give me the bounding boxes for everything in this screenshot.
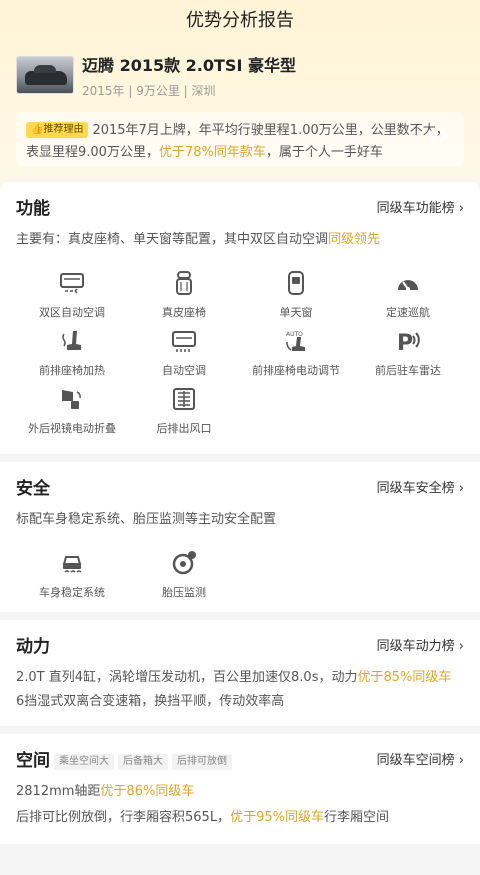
space-tag: 乘坐空间大 <box>54 753 114 770</box>
seat-heating-icon <box>59 328 85 354</box>
safety-desc: 标配车身稳定系统、胎压监测等主动安全配置 <box>16 512 277 527</box>
safety-rank-link[interactable]: 同级车安全榜 › <box>377 477 464 496</box>
function-title: 功能 <box>16 198 50 219</box>
recommend-box: 👍推荐理由 2015年7月上牌，年平均行驶里程1.00万公里，公里数不大，表显里程… <box>16 112 464 166</box>
safety-card: 安全 同级车安全榜 › 标配车身稳定系统、胎压监测等主动安全配置 车身稳定系统 … <box>0 462 480 612</box>
parking-radar-icon: P <box>395 328 421 356</box>
recommend-highlight: 优于78%同年款车 <box>158 145 266 160</box>
function-rank-link[interactable]: 同级车功能榜 › <box>377 197 464 216</box>
car-thumbnail[interactable] <box>16 56 74 94</box>
safety-title: 安全 <box>16 478 50 499</box>
feature-seat-heating[interactable]: 前排座椅加热 <box>16 328 128 386</box>
feature-dual-zone-ac[interactable]: 双区自动空调 <box>16 270 128 328</box>
feature-leather-seat[interactable]: 真皮座椅 <box>128 270 240 328</box>
recommend-badge: 👍推荐理由 <box>26 122 89 138</box>
cruise-control-icon <box>395 270 421 296</box>
car-meta: 2015年 | 9万公里 | 深圳 <box>82 83 216 98</box>
feature-mirror-fold[interactable]: 外后视镜电动折叠 <box>16 386 128 444</box>
mirror-fold-icon <box>59 386 85 412</box>
feature-tire-pressure[interactable]: 胎压监测 <box>128 550 240 608</box>
power-line1: 2.0T 直列4缸，涡轮增压发动机，百公里加速仅8.0s，动力优于85%同级车 <box>16 670 452 685</box>
space-rank-link[interactable]: 同级车空间榜 › <box>377 749 464 768</box>
tire-pressure-icon <box>171 550 197 576</box>
svg-text:AUTO: AUTO <box>286 331 303 338</box>
power-card: 动力 同级车动力榜 › 2.0T 直列4缸，涡轮增压发动机，百公里加速仅8.0s… <box>0 620 480 726</box>
space-tag: 后排可放倒 <box>172 753 232 770</box>
car-header: 迈腾 2015款 2.0TSI 豪华型 2015年 | 9万公里 | 深圳 <box>0 42 480 98</box>
report-page: 优势分析报告 迈腾 2015款 2.0TSI 豪华型 2015年 | 9万公里 … <box>0 0 480 875</box>
feature-auto-ac[interactable]: 自动空调 <box>128 328 240 386</box>
feature-parking-radar[interactable]: P 前后驻车雷达 <box>352 328 464 386</box>
power-rank-link[interactable]: 同级车动力榜 › <box>377 635 464 654</box>
space-tag: 后备箱大 <box>118 753 168 770</box>
recommend-text-b: ，属于个人一手好车 <box>265 145 383 160</box>
feature-cruise-control[interactable]: 定速巡航 <box>352 270 464 328</box>
power-seat-icon: AUTO <box>283 328 309 354</box>
thumbs-up-icon: 👍 <box>31 124 44 135</box>
auto-ac-icon <box>171 328 197 354</box>
stability-control-icon <box>59 550 85 576</box>
chevrons-decoration-icon: ›› <box>426 118 450 151</box>
space-card: 空间 乘坐空间大 后备箱大 后排可放倒 同级车空间榜 › 2812mm轴距优于86%同… <box>0 734 480 844</box>
power-line2: 6挡湿式双离合变速箱，换挡平顺，传动效率高 <box>16 694 285 709</box>
space-line1: 2812mm轴距优于86%同级车 <box>16 784 195 799</box>
dual-zone-ac-icon <box>59 270 85 296</box>
page-title: 优势分析报告 <box>186 10 294 31</box>
safety-icon-grid: 车身稳定系统 胎压监测 <box>16 530 464 608</box>
feature-stability-control[interactable]: 车身稳定系统 <box>16 550 128 608</box>
feature-sunroof[interactable]: 单天窗 <box>240 270 352 328</box>
sunroof-icon <box>283 270 309 296</box>
space-title: 空间 乘坐空间大 后备箱大 后排可放倒 <box>16 746 232 771</box>
car-name: 迈腾 2015款 2.0TSI 豪华型 <box>82 55 296 75</box>
function-icon-grid: 双区自动空调 真皮座椅 单天窗 定速巡航 前排座椅加热 自动空调 AUTO 前排… <box>16 250 464 444</box>
function-card: 功能 同级车功能榜 › 主要有：真皮座椅、单天窗等配置，其中双区自动空调同级领先… <box>0 182 480 454</box>
leather-seat-icon <box>171 270 197 296</box>
svg-text:P: P <box>397 331 413 354</box>
space-line2: 后排可比例放倒，行李厢容积565L，优于95%同级车行李厢空间 <box>16 810 389 825</box>
feature-power-seat[interactable]: AUTO 前排座椅电动调节 <box>240 328 352 386</box>
power-title: 动力 <box>16 636 50 657</box>
rear-vent-icon <box>171 386 197 412</box>
feature-rear-vent[interactable]: 后排出风口 <box>128 386 240 444</box>
function-desc: 主要有：真皮座椅、单天窗等配置，其中双区自动空调同级领先 <box>16 232 381 247</box>
